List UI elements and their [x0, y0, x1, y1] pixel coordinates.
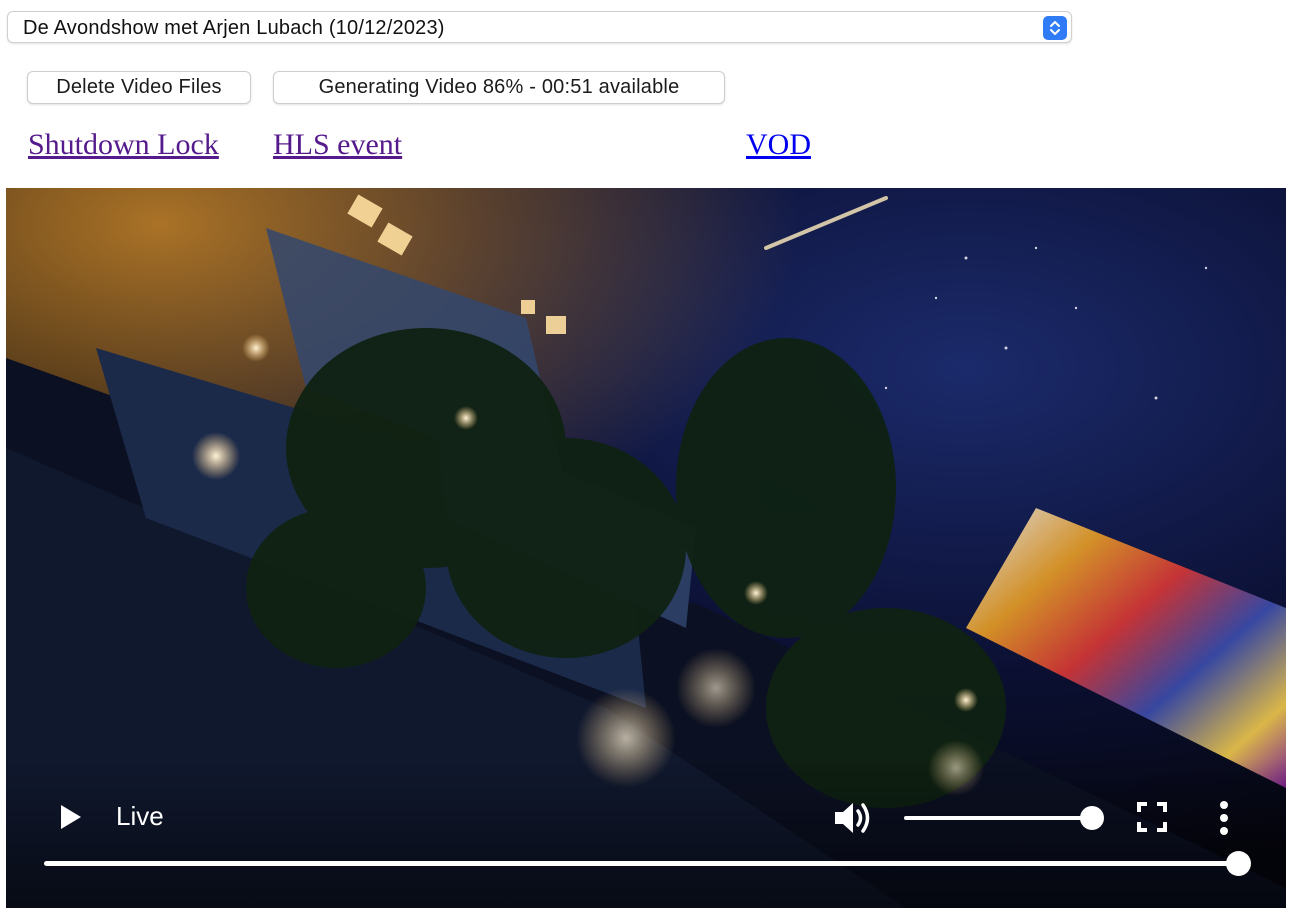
delete-video-files-button[interactable]: Delete Video Files [27, 71, 251, 104]
seek-track [44, 861, 1238, 866]
program-select-value: De Avondshow met Arjen Lubach (10/12/202… [23, 17, 445, 39]
generating-video-button[interactable]: Generating Video 86% - 00:51 available [273, 71, 725, 104]
seek-thumb[interactable] [1225, 851, 1251, 876]
volume-thumb[interactable] [1080, 806, 1104, 830]
volume-track [904, 816, 1092, 820]
more-options-icon[interactable] [1210, 798, 1238, 838]
program-select[interactable]: De Avondshow met Arjen Lubach (10/12/202… [7, 11, 1072, 43]
video-player[interactable]: Live [6, 188, 1286, 908]
shutdown-lock-link[interactable]: Shutdown Lock [28, 128, 219, 162]
play-icon[interactable] [52, 800, 86, 834]
controls-overlay [6, 758, 1286, 908]
live-label: Live [116, 801, 164, 831]
fullscreen-icon[interactable] [1136, 801, 1168, 833]
volume-icon[interactable] [832, 798, 876, 838]
hls-event-link[interactable]: HLS event [273, 128, 402, 162]
select-chevron-icon[interactable] [1043, 16, 1067, 40]
volume-slider[interactable] [904, 806, 1106, 830]
vod-link[interactable]: VOD [746, 128, 811, 162]
seek-bar[interactable] [44, 850, 1251, 876]
